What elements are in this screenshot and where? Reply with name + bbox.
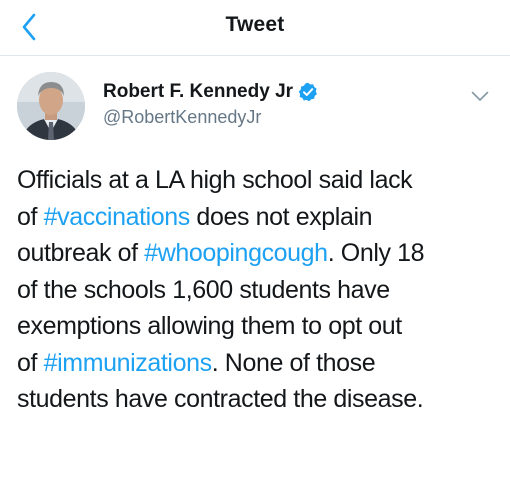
chevron-down-icon [471,91,489,101]
avatar-portrait-image [17,72,85,140]
tweet-text-segment: of [17,202,44,231]
avatar[interactable] [17,72,85,140]
tweet-text-segment: . None of those [211,348,376,377]
hashtag-link[interactable]: #immunizations [44,349,212,377]
tweet-text-segment: exemptions allowing them to opt out [17,312,402,340]
tweet-text-line: of #immunizations. None of those [17,345,497,382]
tweet-screen: Tweet Robert F. Kennedy Jr @RobertKenned… [0,0,510,480]
tweet-text-segment: does not explain [189,202,373,231]
hashtag-link[interactable]: #whoopingcough [144,239,328,267]
page-title: Tweet [225,13,285,36]
tweet-text-segment: of the schools 1,600 students have [17,275,390,304]
tweet-header: Robert F. Kennedy Jr @RobertKennedyJr [0,56,510,146]
author-handle[interactable]: @RobertKennedyJr [103,107,261,128]
verified-badge-icon [298,82,318,102]
tweet-text: Officials at a LA high school said lack o… [17,162,497,418]
tweet-text-line: Officials at a LA high school said lack [17,162,497,199]
more-options-button[interactable] [468,86,492,106]
hashtag-link[interactable]: #vaccinations [44,203,191,231]
tweet-text-line: of the schools 1,600 students have [17,272,497,309]
author-name[interactable]: Robert F. Kennedy Jr [103,81,293,103]
tweet-text-line: exemptions allowing them to opt out [17,308,497,345]
tweet-text-line: of #vaccinations does not explain [17,199,497,236]
tweet-text-line: students have contracted the disease. [17,381,497,418]
nav-bar: Tweet [0,0,510,56]
tweet-text-segment: of [17,348,44,377]
tweet-text-segment: . Only 18 [327,239,425,267]
author-name-row[interactable]: Robert F. Kennedy Jr [103,81,318,103]
tweet-text-line: outbreak of #whoopingcough. Only 18 [17,235,497,272]
tweet-text-segment: outbreak of [17,239,145,267]
tweet-text-segment: students have contracted the disease. [17,385,424,413]
tweet-text-segment: Officials at a LA high school said lack [17,166,413,194]
